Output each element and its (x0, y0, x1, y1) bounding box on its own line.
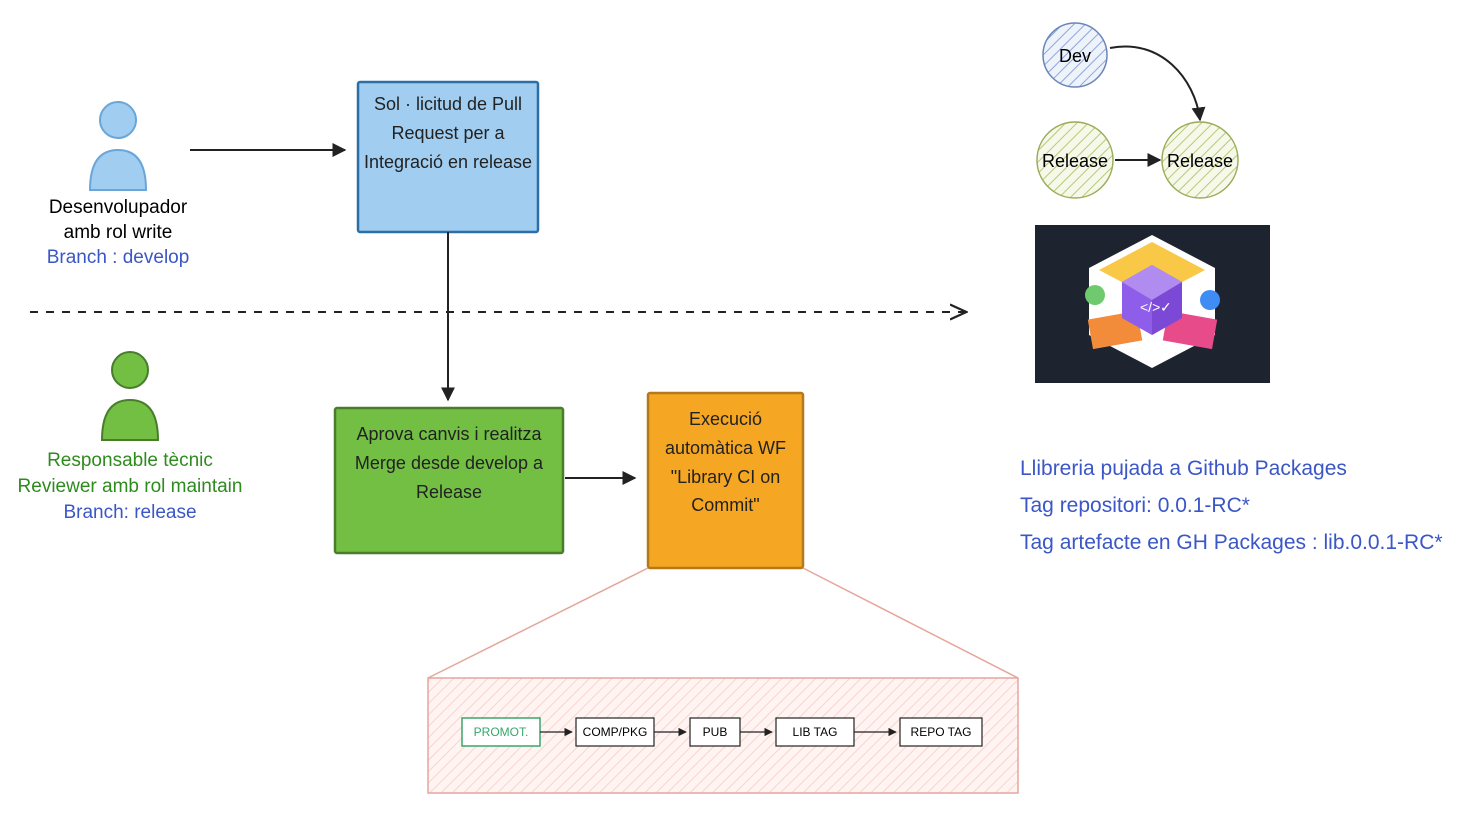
approve-merge-text: Aprova canvis i realitza Merge desde dev… (340, 420, 558, 506)
branch-dev-label: Dev (1059, 46, 1091, 66)
svg-text:</>: </> (1140, 299, 1160, 315)
pipeline-steps: PROMOT. COMP/PKG PUB LIB TAG REPO TAG (462, 718, 982, 746)
pipeline-step-2: COMP/PKG (583, 725, 648, 739)
svg-text:✓: ✓ (1160, 299, 1172, 315)
result-line3: Tag artefacte en GH Packages : lib.0.0.1… (1020, 531, 1443, 554)
zoom-line-left (428, 568, 648, 678)
pipeline-step-4: LIB TAG (793, 725, 838, 739)
pr-request-text: Sol · licitud de Pull Request per a Inte… (363, 90, 533, 176)
pr-request-box: Sol · licitud de Pull Request per a Inte… (358, 82, 538, 232)
branch-release2-label: Release (1167, 151, 1233, 171)
branch-release1-label: Release (1042, 151, 1108, 171)
github-actions-card: </> ✓ (1035, 225, 1270, 383)
result-line2: Tag repositori: 0.0.1-RC* (1020, 494, 1250, 517)
developer-branch: Branch : develop (47, 247, 190, 268)
branch-graph: Dev Release Release (1037, 23, 1238, 198)
execute-wf-box: Execució automàtica WF "Library CI on Co… (648, 393, 803, 568)
developer-subtitle: amb rol write (64, 222, 173, 243)
result-line1: Llibreria pujada a Github Packages (1020, 457, 1347, 480)
pipeline-step-5: REPO TAG (911, 725, 972, 739)
pipeline-step-3: PUB (703, 725, 728, 739)
pipeline-step-1: PROMOT. (474, 725, 529, 739)
diagram-root: Desenvolupador amb rol write Branch : de… (0, 0, 1467, 828)
approve-merge-box: Aprova canvis i realitza Merge desde dev… (335, 408, 563, 553)
reviewer-subtitle: Reviewer amb rol maintain (18, 476, 243, 497)
execute-wf-text: Execució automàtica WF "Library CI on Co… (653, 405, 798, 520)
reviewer-actor (102, 352, 158, 440)
developer-title: Desenvolupador (49, 197, 188, 218)
reviewer-branch: Branch: release (63, 502, 196, 523)
reviewer-title: Responsable tècnic (47, 450, 213, 471)
zoom-line-right (803, 568, 1018, 678)
developer-actor (90, 102, 146, 190)
result-text: Llibreria pujada a Github Packages Tag r… (1020, 457, 1443, 554)
